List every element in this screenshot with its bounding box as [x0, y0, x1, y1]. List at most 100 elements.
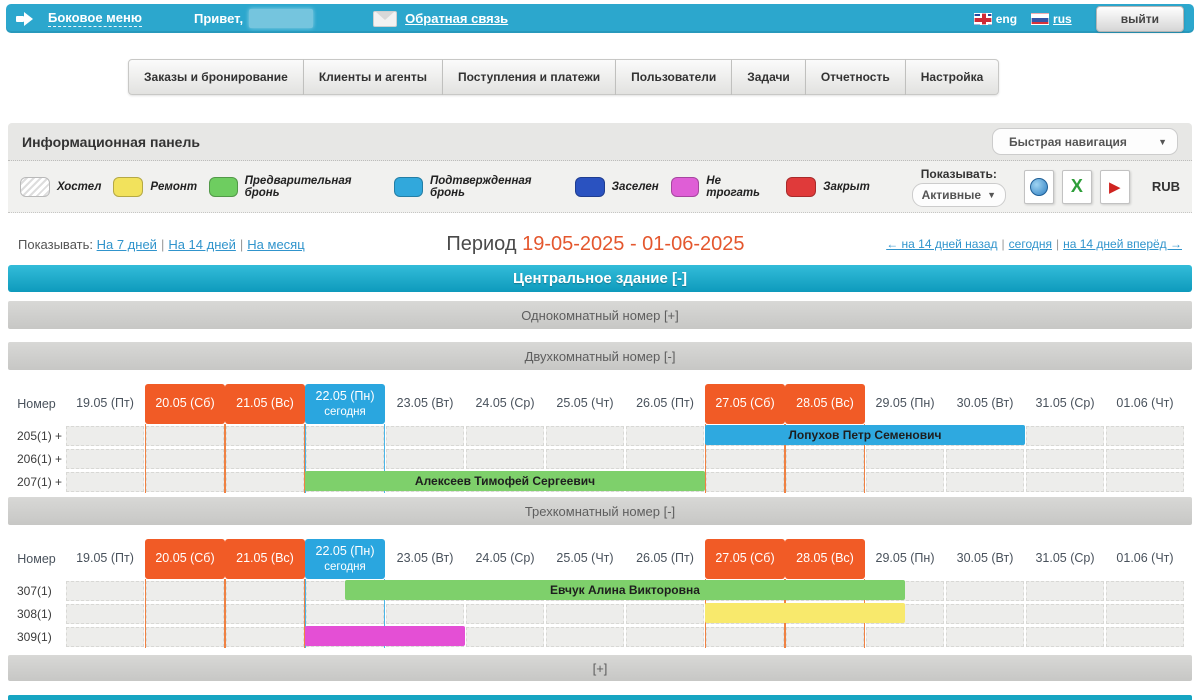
booking-bar[interactable]: Евчук Алина Викторовна	[345, 580, 905, 600]
day-cell[interactable]	[945, 579, 1025, 602]
day-cell[interactable]	[145, 470, 225, 493]
day-cell[interactable]	[1105, 579, 1185, 602]
day-cell[interactable]	[1105, 625, 1185, 648]
quick-navigation-select[interactable]: Быстрая навигация ▼	[992, 128, 1178, 155]
day-cell[interactable]	[545, 447, 625, 470]
day-cell[interactable]	[625, 602, 705, 625]
category-two-room[interactable]: Двухкомнатный номер [-]	[8, 342, 1192, 370]
day-cell[interactable]	[305, 447, 385, 470]
day-cell[interactable]	[1105, 470, 1185, 493]
day-cell[interactable]	[625, 447, 705, 470]
day-cell[interactable]	[145, 579, 225, 602]
category-one-room-collapsed[interactable]: Однокомнатный номер [+]	[8, 301, 1192, 329]
day-cell[interactable]	[865, 625, 945, 648]
day-cell[interactable]	[945, 625, 1025, 648]
day-cell[interactable]	[1025, 625, 1105, 648]
day-cell[interactable]	[865, 447, 945, 470]
day-cell[interactable]	[65, 602, 145, 625]
room-label[interactable]: 206(1) +	[8, 447, 65, 470]
show-filter-select[interactable]: Активные ▼	[912, 183, 1006, 207]
day-cell[interactable]	[545, 424, 625, 447]
day-cell[interactable]	[465, 625, 545, 648]
day-cell[interactable]	[1105, 424, 1185, 447]
range-month-link[interactable]: На месяц	[247, 237, 304, 252]
day-cell[interactable]	[385, 602, 465, 625]
day-cell[interactable]	[865, 470, 945, 493]
booking-bar[interactable]	[705, 603, 905, 623]
day-cell[interactable]	[705, 625, 785, 648]
day-cell[interactable]	[785, 470, 865, 493]
day-cell[interactable]	[1105, 602, 1185, 625]
back-14-days-link[interactable]: ← на 14 дней назад	[886, 237, 997, 251]
day-cell[interactable]	[545, 625, 625, 648]
day-cell[interactable]	[1025, 447, 1105, 470]
tab-users[interactable]: Пользователи	[616, 59, 732, 95]
day-cell[interactable]	[1025, 579, 1105, 602]
day-cell[interactable]	[465, 447, 545, 470]
day-cell[interactable]	[145, 447, 225, 470]
range-7-days-link[interactable]: На 7 дней	[97, 237, 157, 252]
day-cell[interactable]	[305, 424, 385, 447]
day-cell[interactable]	[945, 447, 1025, 470]
tab-tasks[interactable]: Задачи	[732, 59, 806, 95]
day-cell[interactable]	[625, 424, 705, 447]
day-cell[interactable]	[65, 625, 145, 648]
day-cell[interactable]	[1025, 424, 1105, 447]
pdf-export-icon[interactable]: ▶	[1100, 170, 1130, 204]
room-label[interactable]: 205(1) +	[8, 424, 65, 447]
day-cell[interactable]	[385, 447, 465, 470]
day-cell[interactable]	[65, 470, 145, 493]
day-cell[interactable]	[945, 470, 1025, 493]
day-cell[interactable]	[1025, 470, 1105, 493]
tab-clients-agents[interactable]: Клиенты и агенты	[304, 59, 443, 95]
tab-receipts-payments[interactable]: Поступления и платежи	[443, 59, 616, 95]
booking-bar[interactable]	[305, 626, 465, 646]
html-export-icon[interactable]	[1024, 170, 1054, 204]
lang-rus[interactable]: rus	[1031, 12, 1072, 26]
day-cell[interactable]	[145, 602, 225, 625]
day-cell[interactable]	[1025, 602, 1105, 625]
day-cell[interactable]	[225, 470, 305, 493]
day-cell[interactable]	[145, 625, 225, 648]
today-link[interactable]: сегодня	[1009, 237, 1052, 251]
booking-bar[interactable]: Алексеев Тимофей Сергеевич	[305, 471, 705, 491]
room-label[interactable]: 207(1) +	[8, 470, 65, 493]
forward-14-days-link[interactable]: на 14 дней вперёд →	[1063, 237, 1182, 251]
range-14-days-link[interactable]: На 14 дней	[168, 237, 236, 252]
day-cell[interactable]	[785, 625, 865, 648]
day-cell[interactable]	[225, 602, 305, 625]
booking-bar[interactable]: Лопухов Петр Семенович	[705, 425, 1025, 445]
day-cell[interactable]	[465, 424, 545, 447]
room-label[interactable]: 307(1)	[8, 579, 65, 602]
excel-export-icon[interactable]: X	[1062, 170, 1092, 204]
tab-orders-booking[interactable]: Заказы и бронирование	[128, 59, 304, 95]
day-cell[interactable]	[65, 447, 145, 470]
category-three-room[interactable]: Трехкомнатный номер [-]	[8, 497, 1192, 525]
day-cell[interactable]	[625, 625, 705, 648]
room-label[interactable]: 308(1)	[8, 602, 65, 625]
day-cell[interactable]	[225, 579, 305, 602]
day-cell[interactable]	[785, 447, 865, 470]
logout-button[interactable]: выйти	[1096, 6, 1184, 32]
day-cell[interactable]	[465, 602, 545, 625]
day-cell[interactable]	[225, 424, 305, 447]
expand-more-bar[interactable]: [+]	[8, 655, 1192, 681]
day-cell[interactable]	[65, 579, 145, 602]
building-header[interactable]: Центральное здание [-]	[8, 265, 1192, 292]
day-cell[interactable]	[225, 447, 305, 470]
day-cell[interactable]	[705, 470, 785, 493]
day-cell[interactable]	[705, 447, 785, 470]
day-cell[interactable]	[65, 424, 145, 447]
day-cell[interactable]	[225, 625, 305, 648]
lang-eng[interactable]: eng	[974, 12, 1017, 26]
day-cell[interactable]	[305, 602, 385, 625]
tab-settings[interactable]: Настройка	[906, 59, 1000, 95]
feedback-link[interactable]: Обратная связь	[405, 11, 508, 26]
day-cell[interactable]	[145, 424, 225, 447]
room-label[interactable]: 309(1)	[8, 625, 65, 648]
tab-reports[interactable]: Отчетность	[806, 59, 906, 95]
day-cell[interactable]	[385, 424, 465, 447]
day-cell[interactable]	[945, 602, 1025, 625]
day-cell[interactable]	[1105, 447, 1185, 470]
day-cell[interactable]	[545, 602, 625, 625]
